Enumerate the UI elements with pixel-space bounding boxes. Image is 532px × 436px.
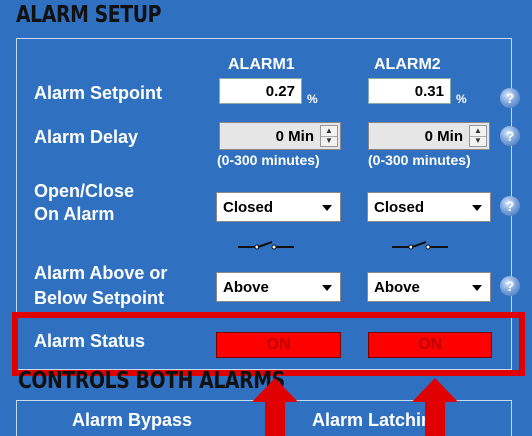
alarm2-open-close-select[interactable]: Closed xyxy=(367,192,491,222)
column-header-alarm2: ALARM2 xyxy=(374,56,441,73)
alarm1-setpoint-input[interactable]: 0.27 xyxy=(219,78,302,104)
alarm2-delay-range: (0-300 minutes) xyxy=(368,152,471,168)
alarm1-delay-range: (0-300 minutes) xyxy=(217,152,320,168)
label-above-below-line2: Below Setpoint xyxy=(34,288,164,308)
switch-symbol-icon xyxy=(392,241,448,250)
alarm2-above-below-select[interactable]: Above xyxy=(367,272,491,302)
alarm1-setpoint-unit: % xyxy=(307,92,318,106)
label-alarm-delay: Alarm Delay xyxy=(34,127,139,147)
label-open-close-line1: Open/Close xyxy=(34,181,135,201)
alarm2-open-close-value: Closed xyxy=(374,199,425,216)
chevron-down-icon xyxy=(472,285,482,291)
chevron-down-icon xyxy=(322,285,332,291)
chevron-down-icon xyxy=(322,205,332,211)
alarm1-above-below-select[interactable]: Above xyxy=(216,272,341,302)
alarm1-delay-value: 0 Min xyxy=(275,128,314,145)
chevron-down-icon xyxy=(472,205,482,211)
alarm1-above-below-value: Above xyxy=(223,279,269,296)
switch-symbol-icon xyxy=(238,241,294,250)
alarm2-above-below-value: Above xyxy=(374,279,420,296)
alarm2-setpoint-unit: % xyxy=(456,92,467,106)
section-title-controls-both: CONTROLS BOTH ALARMS xyxy=(18,368,285,394)
alarm2-delay-spinbox[interactable]: 0 Min ▲ ▼ xyxy=(368,122,490,150)
alarm-bypass-button[interactable]: Alarm Bypass xyxy=(72,410,192,431)
alarm-setup-panel: ALARM SETUP ALARM1 ALARM2 Alarm Setpoint… xyxy=(0,0,532,436)
status-highlight-box xyxy=(12,312,525,376)
red-up-arrow-icon xyxy=(412,378,458,436)
help-icon[interactable]: ? xyxy=(500,196,520,216)
column-header-alarm1: ALARM1 xyxy=(228,56,295,73)
section-title-alarm-setup: ALARM SETUP xyxy=(16,2,162,28)
spin-down-icon[interactable]: ▼ xyxy=(321,136,337,146)
help-icon[interactable]: ? xyxy=(500,276,520,296)
spin-icon[interactable]: ▲ ▼ xyxy=(469,125,487,147)
alarm2-delay-value: 0 Min xyxy=(424,128,463,145)
alarm1-delay-spinbox[interactable]: 0 Min ▲ ▼ xyxy=(219,122,341,150)
alarm1-open-close-select[interactable]: Closed xyxy=(216,192,341,222)
label-above-below-line1: Alarm Above or xyxy=(34,263,168,283)
spin-down-icon[interactable]: ▼ xyxy=(470,136,486,146)
help-icon[interactable]: ? xyxy=(500,88,520,108)
spin-icon[interactable]: ▲ ▼ xyxy=(320,125,338,147)
help-icon[interactable]: ? xyxy=(500,126,520,146)
label-open-close-line2: On Alarm xyxy=(34,204,115,224)
alarm1-open-close-value: Closed xyxy=(223,199,274,216)
red-up-arrow-icon xyxy=(252,378,298,436)
alarm2-setpoint-input[interactable]: 0.31 xyxy=(368,78,451,104)
label-alarm-setpoint: Alarm Setpoint xyxy=(34,83,163,103)
